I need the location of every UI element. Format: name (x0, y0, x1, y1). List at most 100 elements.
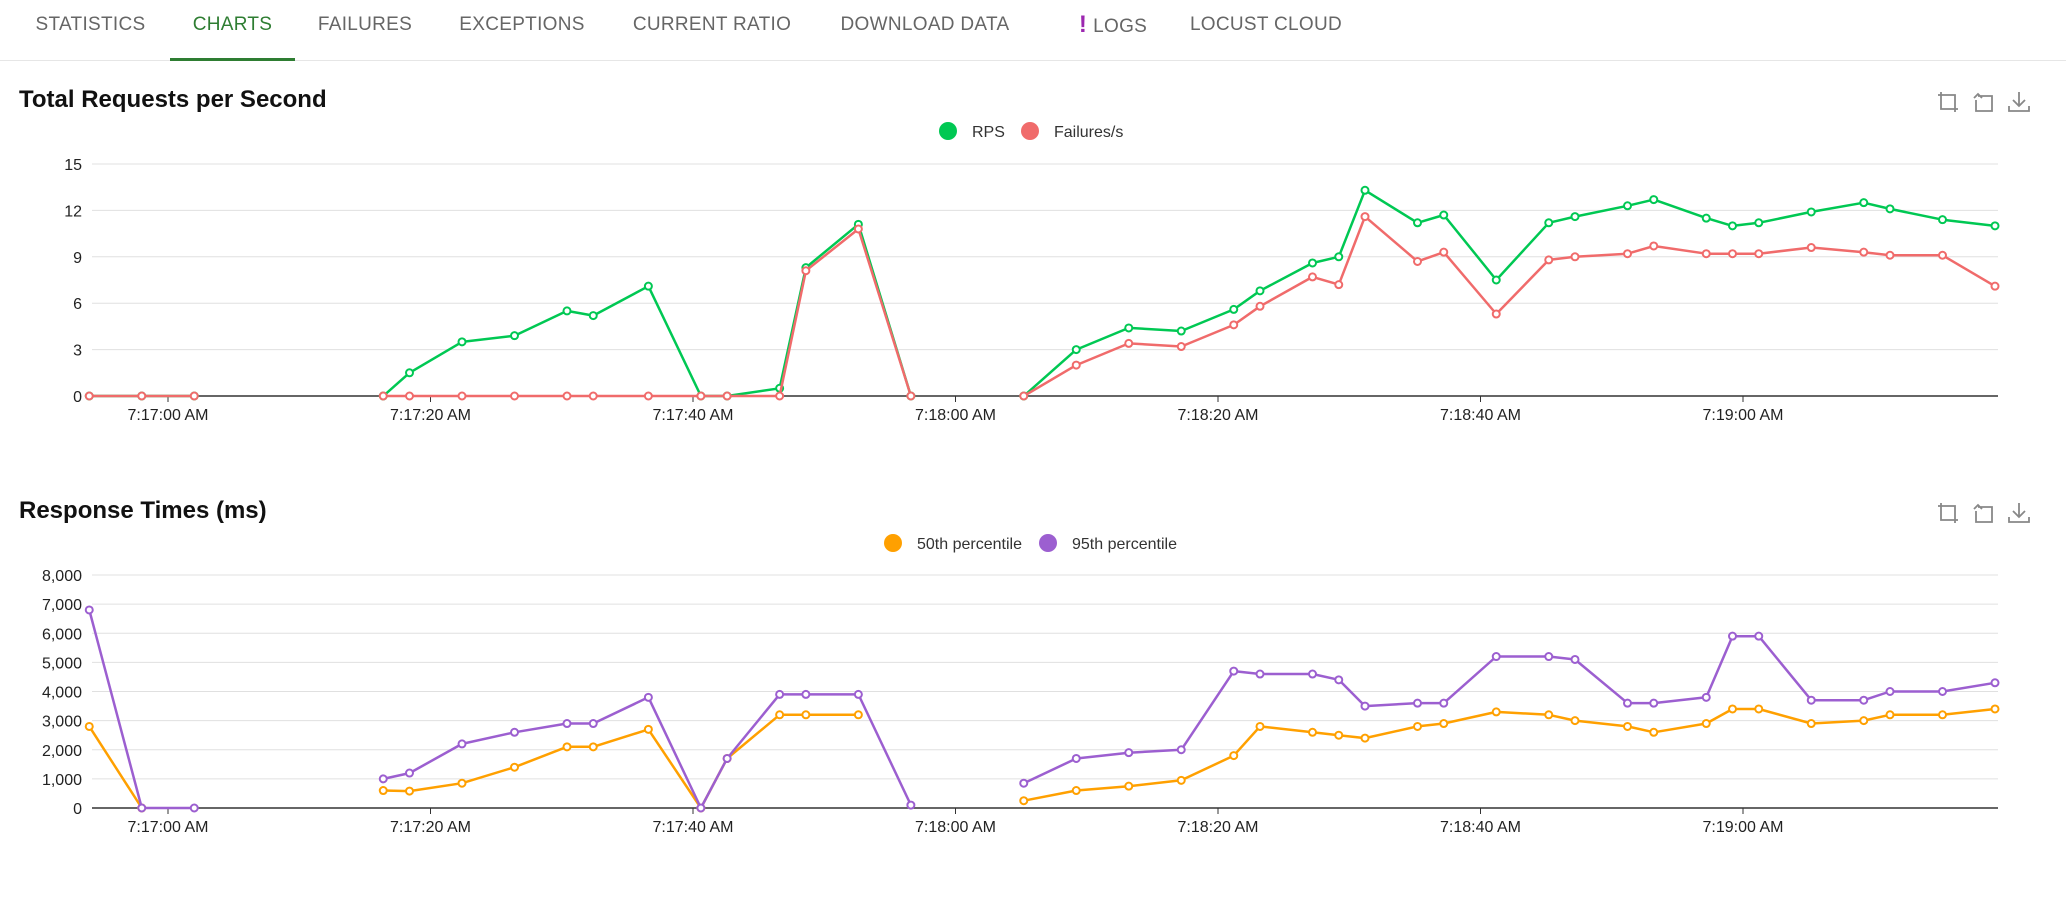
y-tick-label: 6,000 (42, 626, 82, 643)
zoom-icon[interactable] (1935, 499, 1963, 527)
x-tick-label: 7:17:00 AM (128, 407, 209, 424)
y-tick-label: 6 (73, 296, 82, 313)
data-point (1623, 249, 1632, 259)
data-point (562, 306, 572, 316)
data-point (906, 391, 916, 401)
data-point (1124, 338, 1134, 348)
data-point (1439, 210, 1449, 220)
y-tick-label: 5,000 (42, 655, 82, 672)
download-icon[interactable] (2005, 88, 2033, 116)
data-point (1754, 249, 1764, 259)
zoom-icon[interactable] (1935, 88, 1963, 116)
data-point (1859, 198, 1869, 208)
data-point (1176, 326, 1186, 336)
tab-failures[interactable]: FAILURES (305, 0, 425, 58)
legend-marker (884, 534, 902, 552)
data-point (1019, 778, 1029, 788)
data-point (1413, 721, 1422, 731)
data-point (1439, 247, 1449, 257)
restore-icon[interactable] (1970, 499, 1998, 527)
data-point (1334, 252, 1344, 262)
data-point (189, 391, 199, 401)
data-point (1491, 275, 1501, 285)
data-point (1071, 753, 1081, 763)
data-point (1649, 195, 1659, 205)
tab-logs[interactable]: ! LOGS (1058, 0, 1168, 58)
data-point (1885, 687, 1895, 696)
data-point (853, 710, 863, 720)
data-point (1308, 272, 1317, 282)
data-point (801, 710, 811, 720)
data-point (510, 331, 519, 341)
tab-charts[interactable]: CHARTS (170, 0, 295, 61)
y-tick-label: 12 (64, 203, 82, 220)
y-tick-label: 0 (73, 389, 82, 406)
data-point (1990, 221, 2000, 231)
data-point (1334, 675, 1344, 685)
data-point (510, 762, 519, 772)
download-icon[interactable] (2005, 499, 2033, 527)
data-point (643, 391, 653, 401)
data-point (1413, 218, 1422, 228)
data-point (1544, 255, 1554, 265)
data-point (1570, 654, 1580, 664)
data-point (1754, 704, 1764, 714)
tab-statistics[interactable]: STATISTICS (18, 0, 163, 58)
tab-current-ratio[interactable]: CURRENT RATIO (622, 0, 802, 58)
x-tick-label: 7:18:00 AM (915, 407, 996, 424)
data-point (457, 391, 467, 401)
data-point (457, 739, 467, 749)
restore-icon[interactable] (1970, 88, 1998, 116)
data-point (1806, 719, 1816, 729)
data-point (1229, 320, 1239, 330)
x-tick-label: 7:19:00 AM (1703, 819, 1784, 836)
y-tick-label: 4,000 (42, 685, 82, 702)
data-point (1308, 669, 1317, 679)
data-point (1649, 698, 1659, 708)
data-point (457, 778, 467, 788)
data-point (1413, 256, 1422, 266)
data-point (1124, 748, 1134, 758)
data-point (1229, 751, 1239, 761)
data-point (378, 786, 388, 796)
data-point (1360, 185, 1370, 195)
tab-label: LOCUST CLOUD (1189, 14, 1343, 35)
data-point (1071, 345, 1081, 355)
tab-label: EXCEPTIONS (459, 14, 585, 35)
data-point (588, 742, 598, 752)
tab-exceptions[interactable]: EXCEPTIONS (446, 0, 598, 58)
data-point (1859, 247, 1869, 257)
data-point (562, 391, 572, 401)
data-point (588, 311, 598, 321)
data-point (801, 266, 811, 276)
data-point (1859, 695, 1869, 705)
data-point (1255, 721, 1265, 731)
x-tick-label: 7:18:20 AM (1178, 407, 1259, 424)
x-tick-label: 7:17:40 AM (653, 407, 734, 424)
tab-locust-cloud[interactable]: LOCUST CLOUD (1180, 0, 1352, 58)
tab-label: CHARTS (192, 14, 273, 35)
data-point (853, 224, 863, 234)
x-tick-label: 7:19:00 AM (1703, 407, 1784, 424)
data-point (1439, 719, 1449, 729)
y-tick-label: 0 (73, 801, 82, 818)
data-point (906, 800, 916, 810)
chart-title: Total Requests per Second (19, 86, 327, 113)
series-line (89, 215, 1996, 398)
data-point (1255, 669, 1265, 679)
data-point (1649, 727, 1659, 737)
legend-label: 95th percentile (1072, 536, 1177, 553)
data-point (1071, 360, 1081, 370)
x-tick-label: 7:17:20 AM (390, 819, 471, 836)
data-point (84, 721, 94, 731)
data-point (722, 391, 732, 401)
data-point (1570, 252, 1580, 262)
data-point (1728, 704, 1737, 714)
tab-download-data[interactable]: DOWNLOAD DATA (828, 0, 1022, 58)
data-point (1334, 730, 1344, 740)
response-times-chart: 50th percentile 95th percentile 0 1,000 2,00… (42, 534, 2000, 836)
tab-label: LOGS (1093, 16, 1148, 37)
data-point (1413, 698, 1422, 708)
data-point (1938, 250, 1947, 260)
data-point (853, 689, 863, 699)
